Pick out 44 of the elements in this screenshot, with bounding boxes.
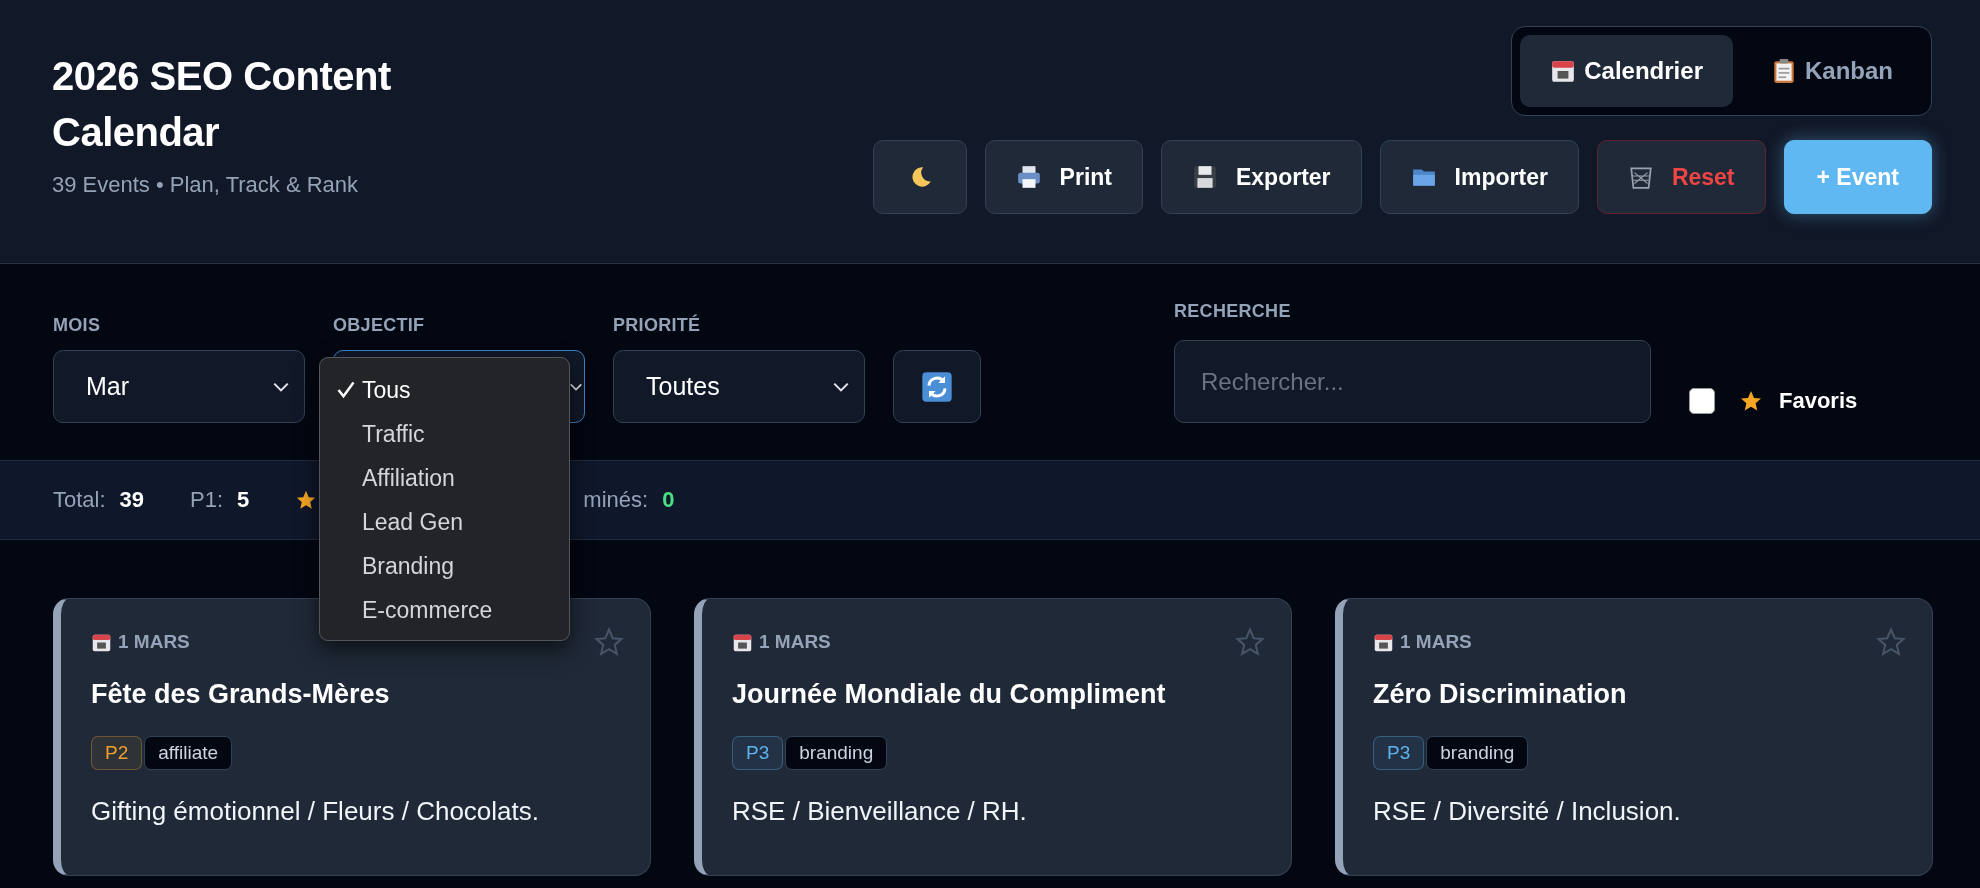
dropdown-option[interactable]: Affiliation — [320, 456, 569, 500]
objective-tag: branding — [785, 736, 888, 770]
event-title: Fête des Grands-Mères — [91, 679, 391, 710]
dropdown-option[interactable]: Branding — [320, 544, 569, 588]
event-description: Gifting émotionnel / Fleurs / Chocolats. — [91, 796, 540, 827]
dropdown-option[interactable]: Lead Gen — [320, 500, 569, 544]
view-tab[interactable]: Kanban — [1741, 35, 1923, 107]
event-date: 1 MARS — [759, 631, 831, 653]
objective-tag: affiliate — [144, 736, 233, 770]
dropdown-option[interactable]: Tous — [320, 368, 569, 412]
event-date: 1 MARS — [118, 631, 190, 653]
print-button[interactable]: Print — [984, 140, 1143, 214]
stat-label: P1: — [190, 487, 224, 513]
favorites-label: Favoris — [1779, 388, 1858, 414]
search-field[interactable]: Rechercher... — [1174, 340, 1651, 423]
dropdown-option[interactable]: Traffic — [320, 412, 569, 456]
priority-tag: P2 — [91, 736, 143, 770]
filter-label: OBJECTIF — [333, 315, 426, 336]
event-description: RSE / Diversité / Inclusion. — [1373, 796, 1682, 827]
stat-value: 5 — [237, 487, 250, 513]
stat-label: Total: — [53, 487, 106, 513]
page-subtitle: 39 Events • Plan, Track & Rank — [52, 172, 360, 198]
stat-label: minés: — [583, 487, 649, 513]
event-card[interactable]: 1 MARS Journée Mondiale du Compliment P3 branding RSE / Bienveillance / RH. — [694, 598, 1292, 876]
filter-select[interactable]: Mar — [53, 350, 305, 423]
event-card[interactable]: 1 MARS Zéro Discrimination P3 branding RSE / Diversité / Inclusion. — [1335, 598, 1933, 876]
stat-value: 39 — [119, 487, 145, 513]
export-button[interactable]: Exporter — [1161, 140, 1362, 214]
stat-value: 0 — [662, 487, 675, 513]
reset-button[interactable]: Reset — [1596, 140, 1766, 214]
event-date: 1 MARS — [1400, 631, 1472, 653]
import-button[interactable]: Importer — [1379, 140, 1579, 214]
priority-tag: P3 — [732, 736, 784, 770]
event-title: Journée Mondiale du Compliment — [732, 679, 1167, 710]
search-label: RECHERCHE — [1174, 301, 1292, 322]
event-title: Zéro Discrimination — [1373, 679, 1628, 710]
view-tab[interactable]: Calendrier — [1520, 35, 1733, 107]
filter-label: PRIORITÉ — [613, 315, 702, 336]
filter-label: MOIS — [53, 315, 102, 336]
event-description: RSE / Bienveillance / RH. — [732, 796, 1028, 827]
priority-tag: P3 — [1373, 736, 1425, 770]
filter-select[interactable]: Toutes — [613, 350, 865, 423]
page-title: 2026 SEO Content Calendar — [52, 53, 392, 156]
objective-tag: branding — [1426, 736, 1529, 770]
